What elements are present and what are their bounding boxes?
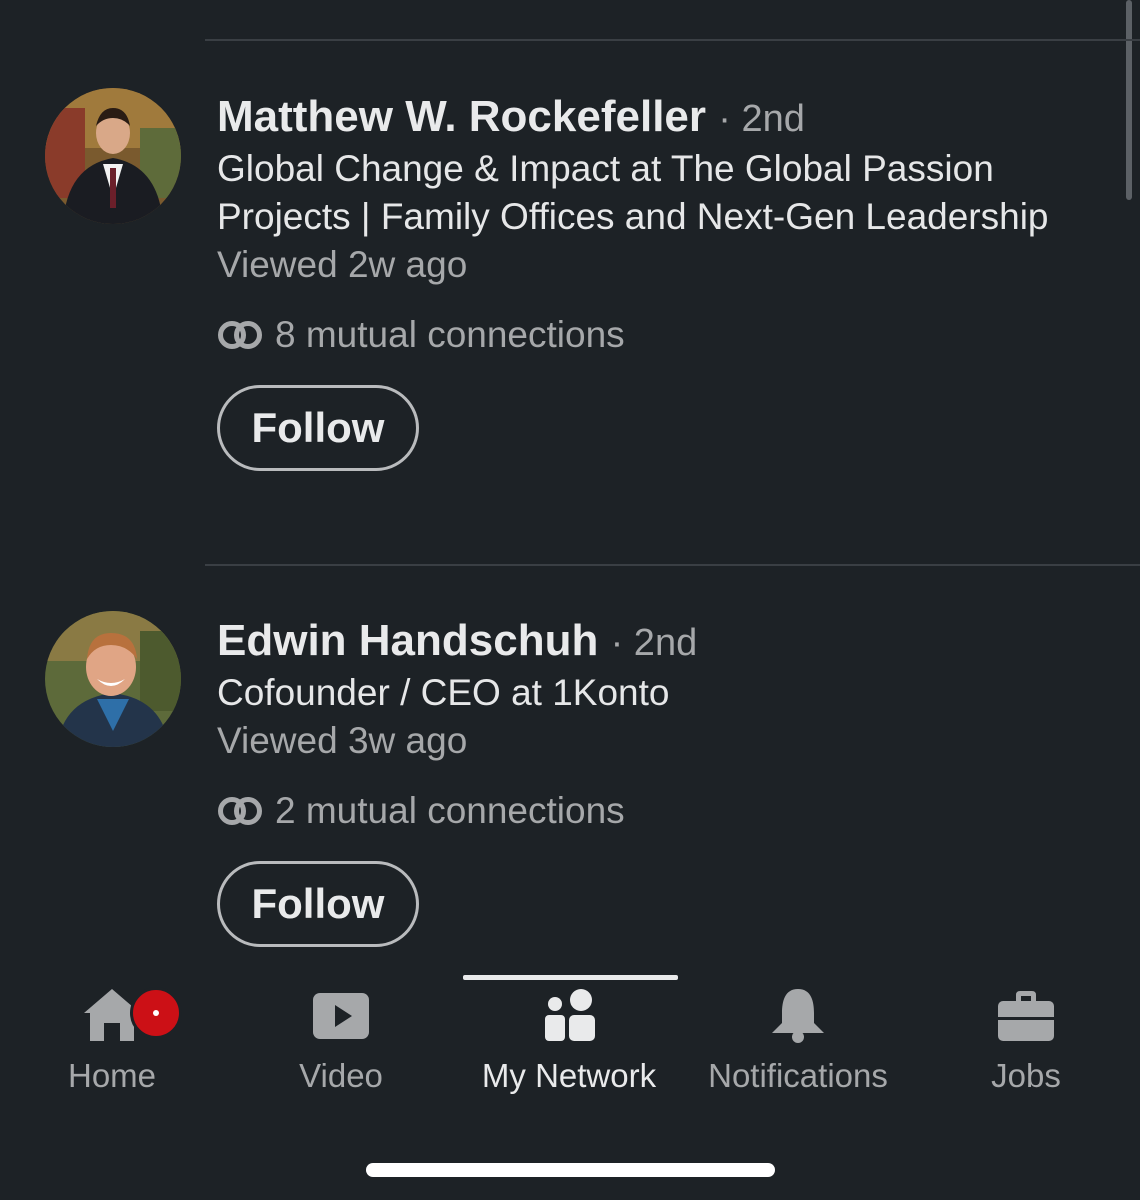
briefcase-icon <box>998 991 1054 1041</box>
connection-degree: · 2nd <box>718 98 805 140</box>
tab-jobs[interactable]: Jobs <box>912 987 1140 1107</box>
network-icon <box>545 989 595 1041</box>
tab-my-network[interactable]: My Network <box>455 987 683 1107</box>
name-line: Matthew W. Rockefeller · 2nd <box>217 91 1080 145</box>
person-info: Matthew W. Rockefeller · 2nd Global Chan… <box>217 91 1080 471</box>
divider <box>205 564 1140 566</box>
viewed-time: Viewed 2w ago <box>217 244 468 285</box>
mutual-connections-label: 8 mutual connections <box>275 314 625 355</box>
connection-degree: · 2nd <box>610 622 698 664</box>
avatar[interactable] <box>45 611 181 747</box>
video-icon <box>313 993 369 1039</box>
tab-label: My Network <box>481 1057 657 1094</box>
tab-label: Notifications <box>708 1057 888 1094</box>
person-info: Edwin Handschuh · 2nd Cofounder / CEO at… <box>217 615 1080 947</box>
person-name[interactable]: Edwin Handschuh <box>217 616 598 665</box>
mutual-connections-icon <box>218 797 262 825</box>
person-headline: Global Change & Impact at The Global Pas… <box>217 148 1049 237</box>
tab-notifications[interactable]: Notifications <box>684 987 912 1107</box>
follow-button[interactable]: Follow <box>217 385 419 471</box>
home-indicator <box>366 1163 775 1177</box>
notification-badge <box>130 987 182 1039</box>
tab-label: Jobs <box>991 1057 1061 1094</box>
name-line: Edwin Handschuh · 2nd <box>217 615 1080 669</box>
mutual-connections-icon <box>218 321 262 349</box>
divider <box>205 39 1140 41</box>
active-tab-indicator <box>463 975 678 980</box>
mutual-connections-label: 2 mutual connections <box>275 790 625 831</box>
person-headline: Cofounder / CEO at 1Konto <box>217 672 670 713</box>
tab-home[interactable]: Home <box>0 987 226 1107</box>
follow-button[interactable]: Follow <box>217 861 419 947</box>
scrollbar[interactable] <box>1126 30 1132 200</box>
mutual-connections[interactable]: 2 mutual connections <box>217 787 1080 835</box>
tab-label: Home <box>67 1057 157 1094</box>
mutual-connections[interactable]: 8 mutual connections <box>217 311 1080 359</box>
avatar[interactable] <box>45 88 181 224</box>
viewed-time: Viewed 3w ago <box>217 720 468 761</box>
person-name[interactable]: Matthew W. Rockefeller <box>217 92 706 141</box>
bell-icon <box>772 989 824 1043</box>
tab-video[interactable]: Video <box>227 987 455 1107</box>
tab-label: Video <box>299 1057 383 1094</box>
